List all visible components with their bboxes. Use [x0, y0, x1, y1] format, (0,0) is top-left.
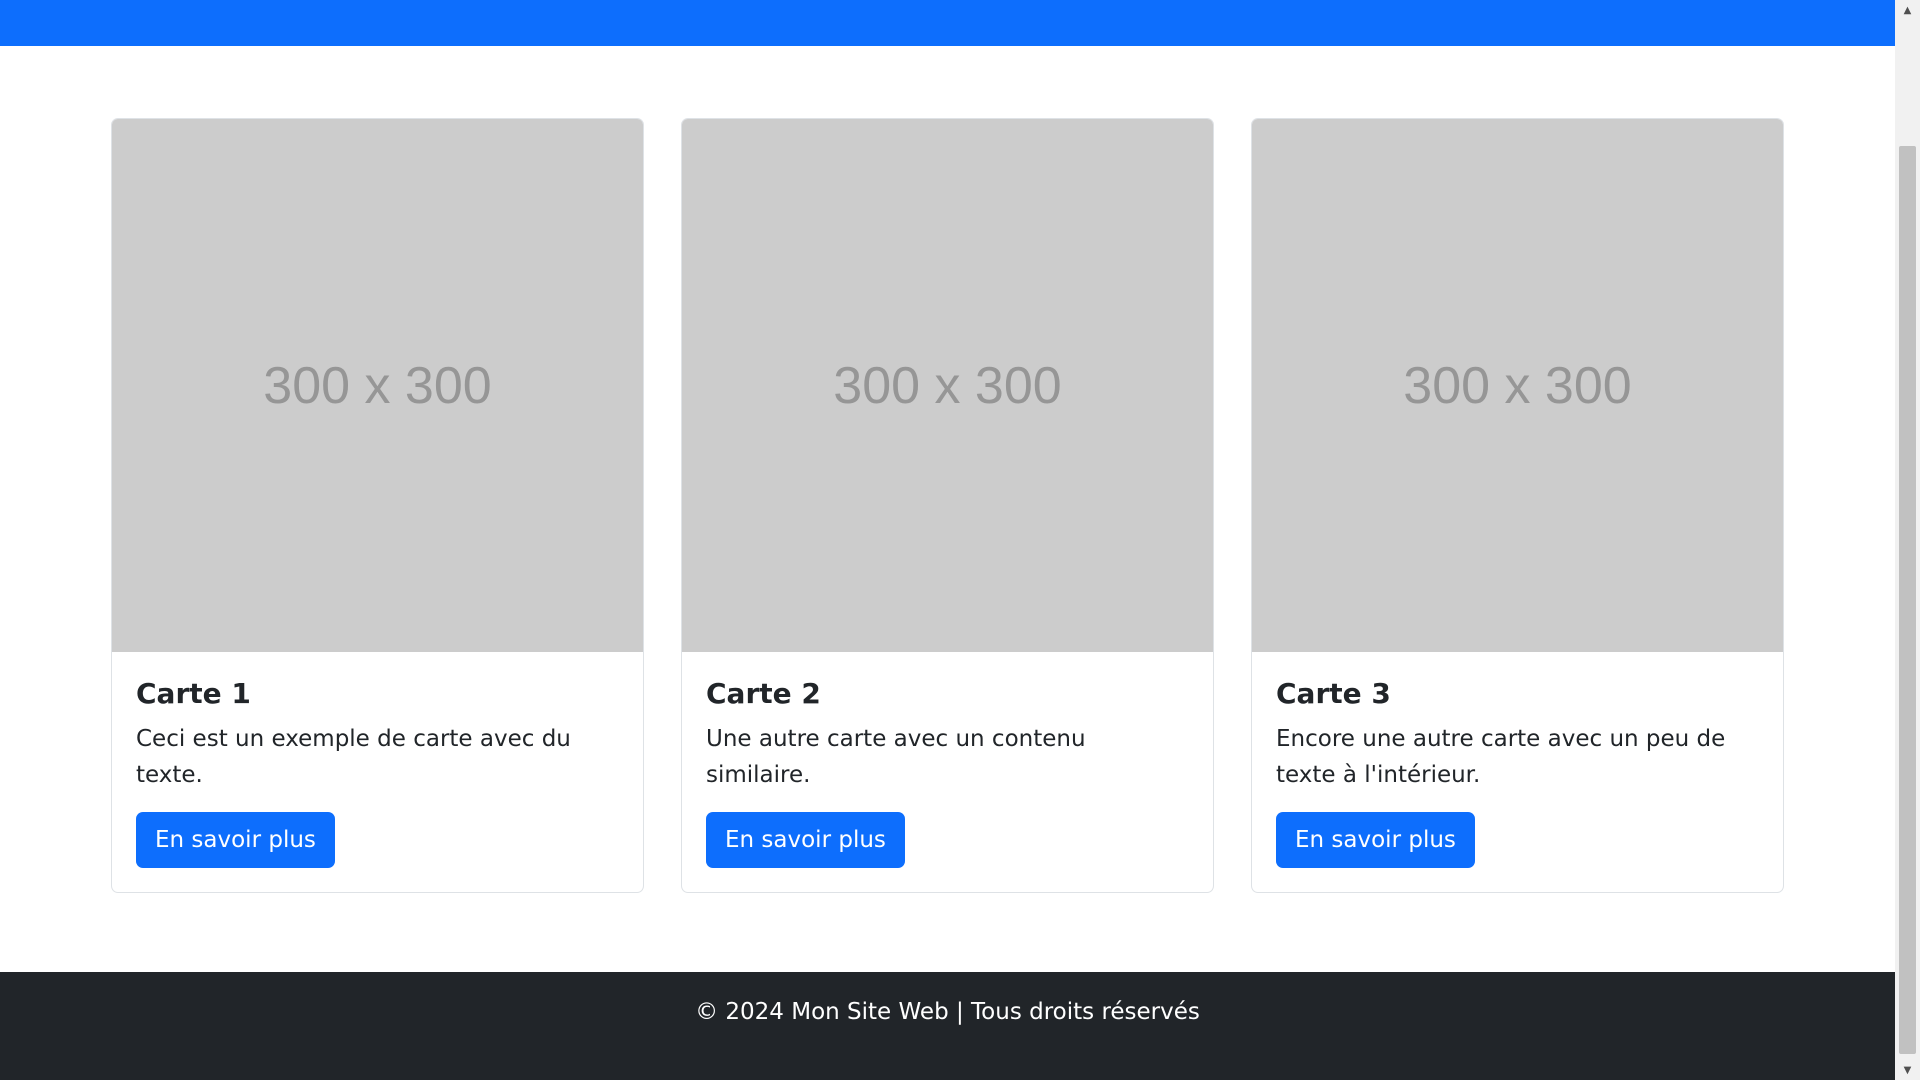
placeholder-label: 300 x 300 [263, 356, 492, 415]
learn-more-button[interactable]: En savoir plus [706, 811, 905, 868]
footer-copyright: © 2024 Mon Site Web | Tous droits réserv… [695, 999, 1200, 1025]
scroll-up-arrow-icon[interactable]: ▲ [1895, 0, 1920, 20]
card-body: Carte 1 Ceci est un exemple de carte ave… [112, 652, 643, 892]
card-title: Carte 1 [136, 677, 251, 710]
card-text: Une autre carte avec un contenu similair… [706, 726, 1086, 789]
footer: © 2024 Mon Site Web | Tous droits réserv… [0, 972, 1895, 1080]
scroll-down-arrow-icon[interactable]: ▼ [1895, 1060, 1920, 1080]
card-text: Ceci est un exemple de carte avec du tex… [136, 726, 571, 789]
scrollbar-thumb[interactable] [1899, 146, 1916, 1054]
card-image-placeholder: 300 x 300 [682, 119, 1213, 652]
card-title: Carte 3 [1276, 677, 1391, 710]
placeholder-label: 300 x 300 [1403, 356, 1632, 415]
placeholder-label: 300 x 300 [833, 356, 1062, 415]
card-2: 300 x 300 Carte 2 Une autre carte avec u… [681, 118, 1214, 893]
card-3: 300 x 300 Carte 3 Encore une autre carte… [1251, 118, 1784, 893]
learn-more-button[interactable]: En savoir plus [136, 811, 335, 868]
card-1: 300 x 300 Carte 1 Ceci est un exemple de… [111, 118, 644, 893]
vertical-scrollbar[interactable]: ▲ ▼ [1895, 0, 1920, 1080]
cards-row: 300 x 300 Carte 1 Ceci est un exemple de… [111, 118, 1784, 893]
card-body: Carte 3 Encore une autre carte avec un p… [1252, 652, 1783, 892]
card-body: Carte 2 Une autre carte avec un contenu … [682, 652, 1213, 892]
card-image-placeholder: 300 x 300 [1252, 119, 1783, 652]
navbar [0, 0, 1895, 46]
card-title: Carte 2 [706, 677, 821, 710]
page: 300 x 300 Carte 1 Ceci est un exemple de… [0, 0, 1895, 1080]
learn-more-button[interactable]: En savoir plus [1276, 811, 1475, 868]
card-text: Encore une autre carte avec un peu de te… [1276, 726, 1726, 789]
card-image-placeholder: 300 x 300 [112, 119, 643, 652]
